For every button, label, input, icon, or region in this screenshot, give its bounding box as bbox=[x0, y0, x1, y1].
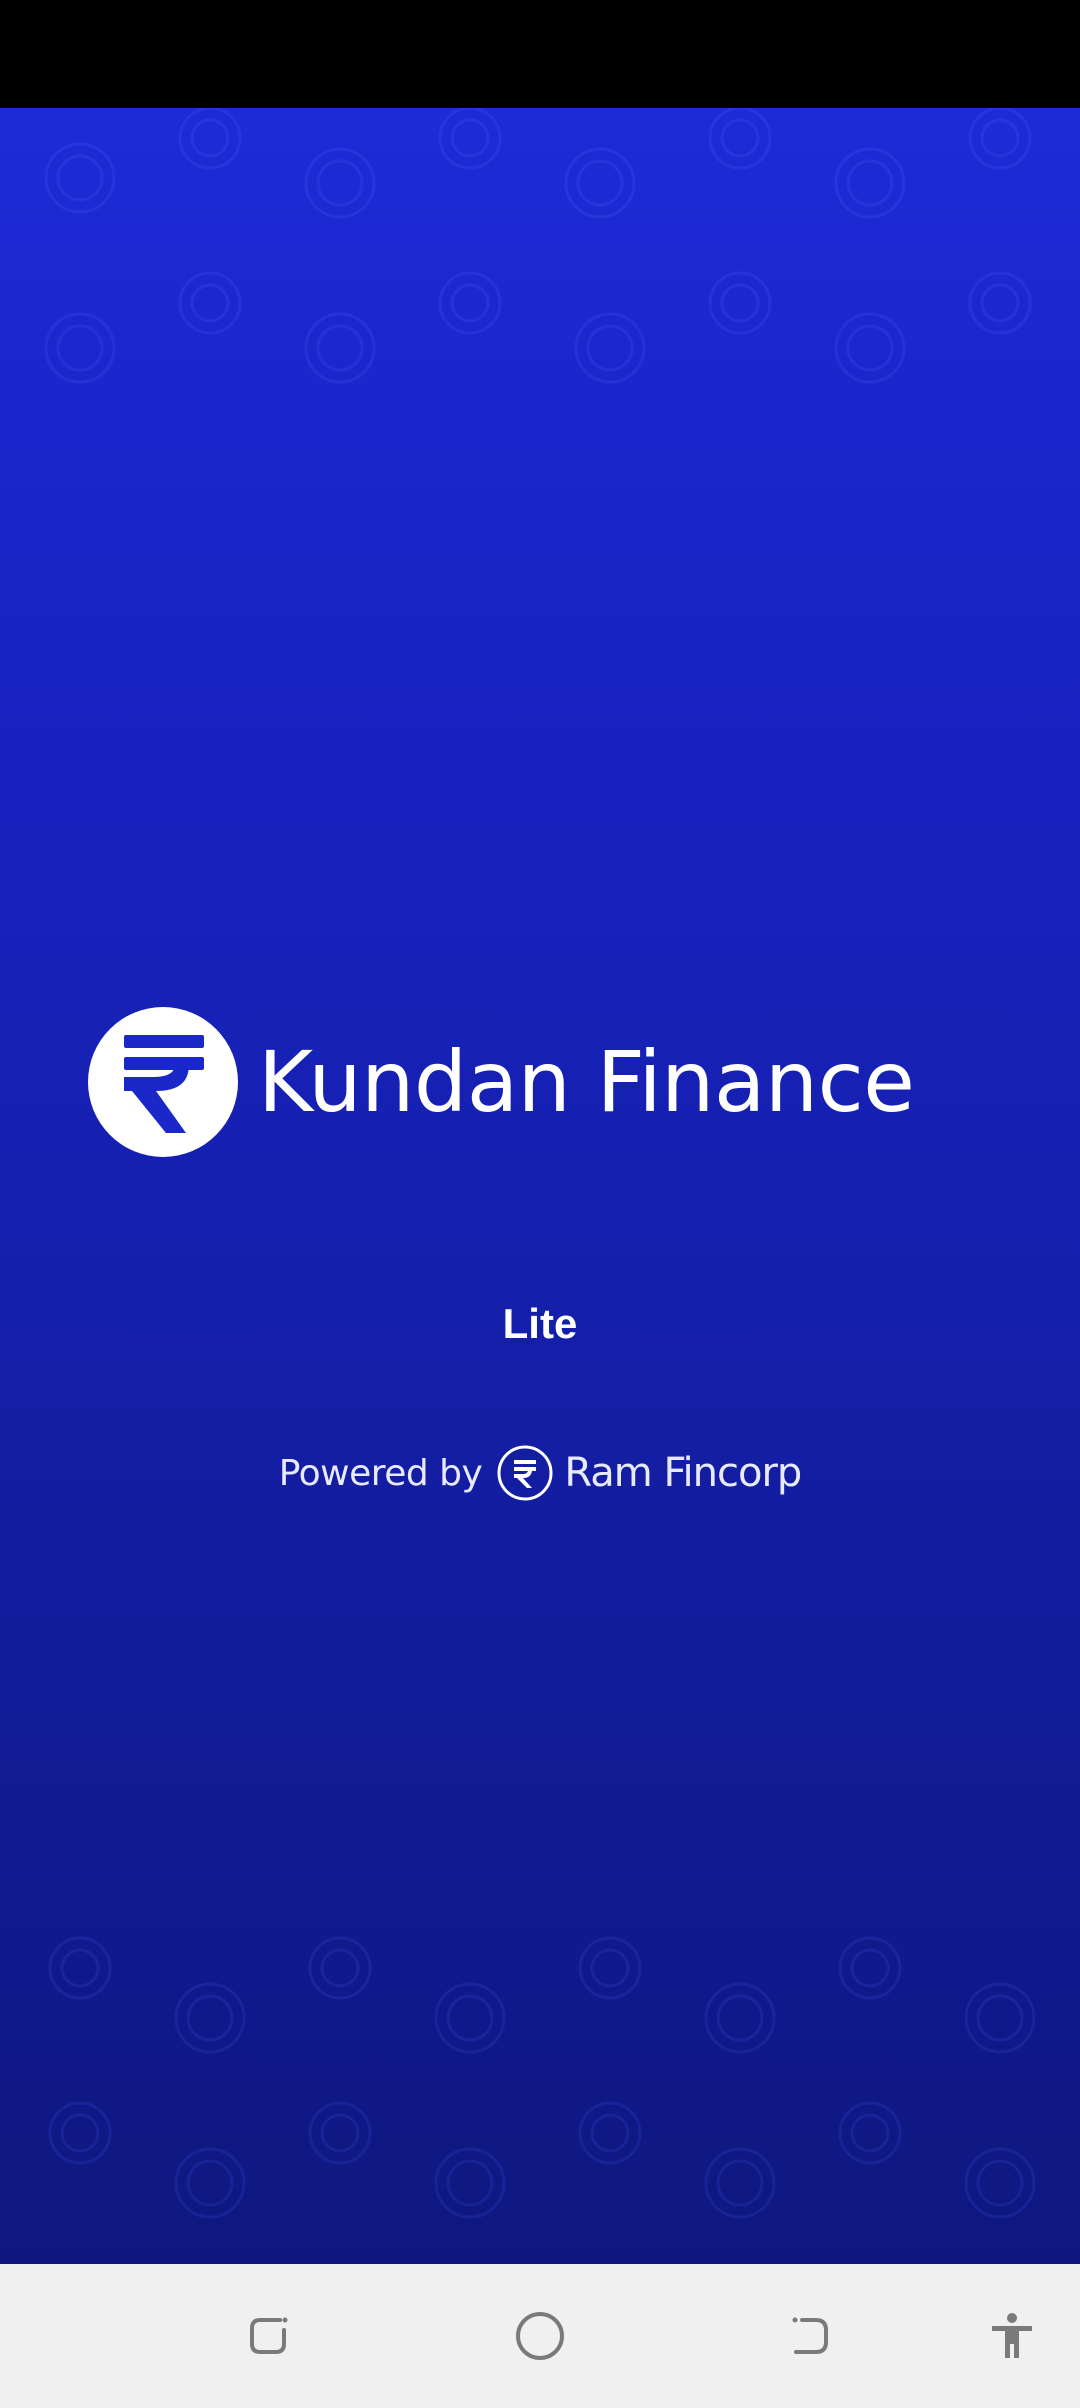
accessibility-icon bbox=[992, 2313, 1032, 2358]
variant-label: Lite bbox=[502, 1300, 578, 1347]
system-navigation-bar bbox=[0, 2264, 1080, 2408]
background-pattern-bottom bbox=[48, 1936, 1036, 2219]
brand-logo-row: Kundan Finance bbox=[88, 1007, 915, 1157]
recents-button[interactable] bbox=[234, 2300, 306, 2372]
back-icon bbox=[792, 2317, 828, 2354]
status-bar bbox=[0, 0, 1080, 108]
back-button[interactable] bbox=[774, 2300, 846, 2372]
brand-name: Kundan Finance bbox=[258, 1033, 915, 1131]
powered-by-company: Ram Fincorp bbox=[564, 1450, 802, 1496]
ram-fincorp-logo-icon bbox=[497, 1445, 553, 1501]
home-circle-icon bbox=[516, 2312, 564, 2360]
rupee-logo-icon bbox=[88, 1007, 238, 1157]
powered-by-row: Powered by Ram Fincorp bbox=[0, 1444, 1080, 1502]
accessibility-button[interactable] bbox=[976, 2300, 1048, 2372]
recents-icon bbox=[250, 2317, 288, 2354]
background-pattern-top bbox=[44, 108, 1032, 384]
powered-by-label: Powered by bbox=[278, 1452, 483, 1494]
splash-screen: Kundan Finance Lite Powered by Ram Finco… bbox=[0, 108, 1080, 2264]
home-button[interactable] bbox=[504, 2300, 576, 2372]
